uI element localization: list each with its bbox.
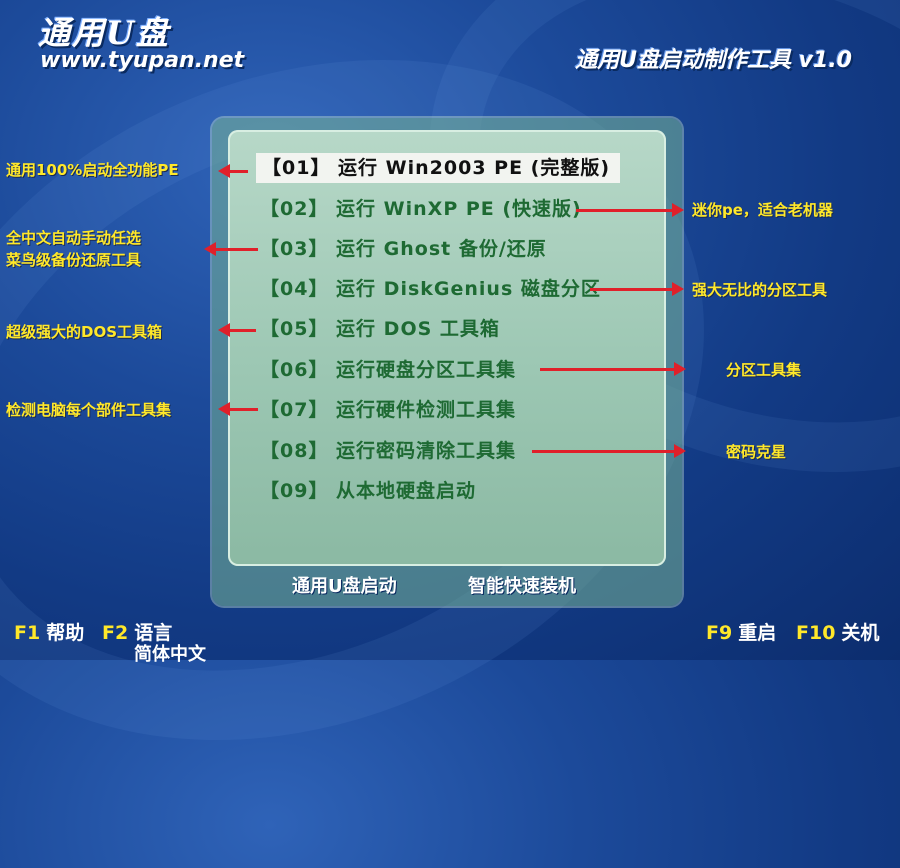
arrow-left-icon	[218, 323, 256, 337]
menu-footer-label: 智能快速装机	[468, 576, 576, 597]
annotation-text: 通用100%启动全功能PE	[6, 161, 179, 179]
annotation-text: 超级强大的DOS工具箱	[6, 323, 163, 341]
menu-item-05[interactable]: 【05】 运行 DOS 工具箱	[260, 314, 500, 344]
f1-key-label: F1	[14, 622, 41, 644]
annotation-text: 全中文自动手动任选	[6, 229, 142, 247]
f10-key-label: F10	[796, 622, 836, 644]
annotation-text: 迷你pe，适合老机器	[692, 201, 833, 219]
annotation-text: 密码克星	[726, 443, 787, 461]
arrow-right-icon	[576, 203, 684, 217]
website-url: www.tyupan.net	[40, 48, 245, 73]
menu-item-02[interactable]: 【02】 运行 WinXP PE (快速版)	[260, 194, 582, 224]
annotation-text: 强大无比的分区工具	[692, 281, 828, 299]
current-language: 简体中文	[134, 644, 206, 665]
menu-item-09[interactable]: 【09】 从本地硬盘启动	[260, 476, 476, 506]
annotation-text: 分区工具集	[726, 361, 802, 379]
arrow-left-icon	[204, 242, 258, 256]
annotation-text: 检测电脑每个部件工具集	[6, 401, 172, 419]
menu-item-03[interactable]: 【03】 运行 Ghost 备份/还原	[260, 234, 547, 264]
f10-shutdown-key[interactable]: F10 关机	[796, 618, 879, 645]
arrow-left-icon	[218, 164, 248, 178]
f1-action-label: 帮助	[46, 622, 85, 644]
arrow-right-icon	[540, 362, 686, 376]
menu-item-07[interactable]: 【07】 运行硬件检测工具集	[260, 395, 516, 425]
arrow-right-icon	[532, 444, 686, 458]
f9-restart-key[interactable]: F9 重启	[706, 618, 776, 645]
menu-item-04[interactable]: 【04】 运行 DiskGenius 磁盘分区	[260, 274, 601, 304]
arrow-right-icon	[590, 282, 684, 296]
f1-help-key[interactable]: F1 帮助	[14, 618, 84, 645]
menu-item-08[interactable]: 【08】 运行密码清除工具集	[260, 436, 516, 466]
f2-key-label: F2	[102, 622, 129, 644]
menu-item-01[interactable]: 【01】 运行 Win2003 PE (完整版)	[256, 153, 621, 183]
annotation-text: 菜鸟级备份还原工具	[6, 251, 142, 269]
f10-action-label: 关机	[841, 622, 880, 644]
f9-key-label: F9	[706, 622, 733, 644]
product-title: 通用U盘启动制作工具 v1.0	[575, 48, 852, 73]
arrow-left-icon	[218, 402, 258, 416]
f9-action-label: 重启	[738, 622, 777, 644]
menu-footer-label: 通用U盘启动	[292, 576, 397, 597]
menu-item-06[interactable]: 【06】 运行硬盘分区工具集	[260, 355, 516, 385]
